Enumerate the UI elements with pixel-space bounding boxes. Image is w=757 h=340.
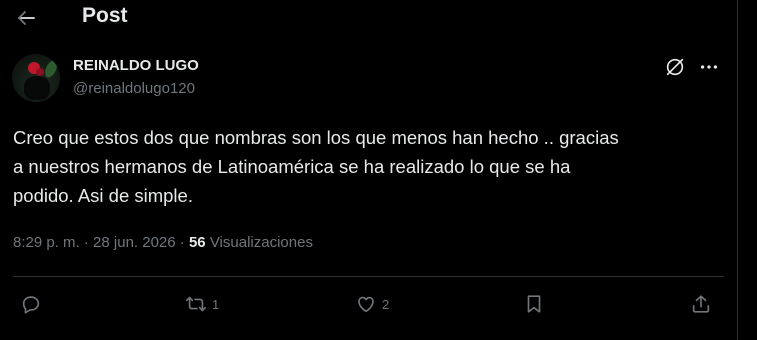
repost-button[interactable]: 1 [185,292,219,316]
repost-icon [186,296,206,312]
top-bar: Post [0,0,737,36]
meta-separator: · [179,234,185,251]
author-name[interactable]: REINALDO LUGO [73,57,199,74]
post-time[interactable]: 8:29 p. m. [13,234,80,251]
reply-button[interactable] [20,292,47,316]
like-icon [358,296,374,313]
reply-icon [22,296,40,314]
more-icon[interactable] [698,56,720,78]
share-button[interactable] [690,292,712,316]
avatar-rose-shadow [36,68,44,76]
post-date[interactable]: 28 jun. 2026 [93,234,176,251]
back-arrow-icon[interactable] [14,6,38,30]
bookmark-icon [527,295,541,313]
page-title: Post [82,4,128,27]
meta-separator: · [83,234,89,251]
views-label: Visualizaciones [209,234,313,251]
bookmark-button[interactable] [523,292,545,316]
like-count: 2 [382,296,390,312]
author-handle[interactable]: @reinaldolugo120 [73,80,195,97]
avatar[interactable] [12,54,60,102]
share-icon [692,295,710,313]
divider [13,276,724,277]
grok-icon[interactable] [664,56,686,78]
repost-count: 1 [212,296,220,312]
views-count: 56 [188,234,206,251]
post-text: Creo que estos dos que nombras son los q… [13,127,619,206]
avatar-leaf [42,58,60,80]
post-column: Post REINALDO LUGO @reinaldolugo120 Creo… [0,0,738,340]
like-button[interactable]: 2 [355,292,389,316]
avatar-cat [24,76,50,100]
post-meta: 8:29 p. m. · 28 jun. 2026 · 56 Visualiza… [13,234,313,251]
